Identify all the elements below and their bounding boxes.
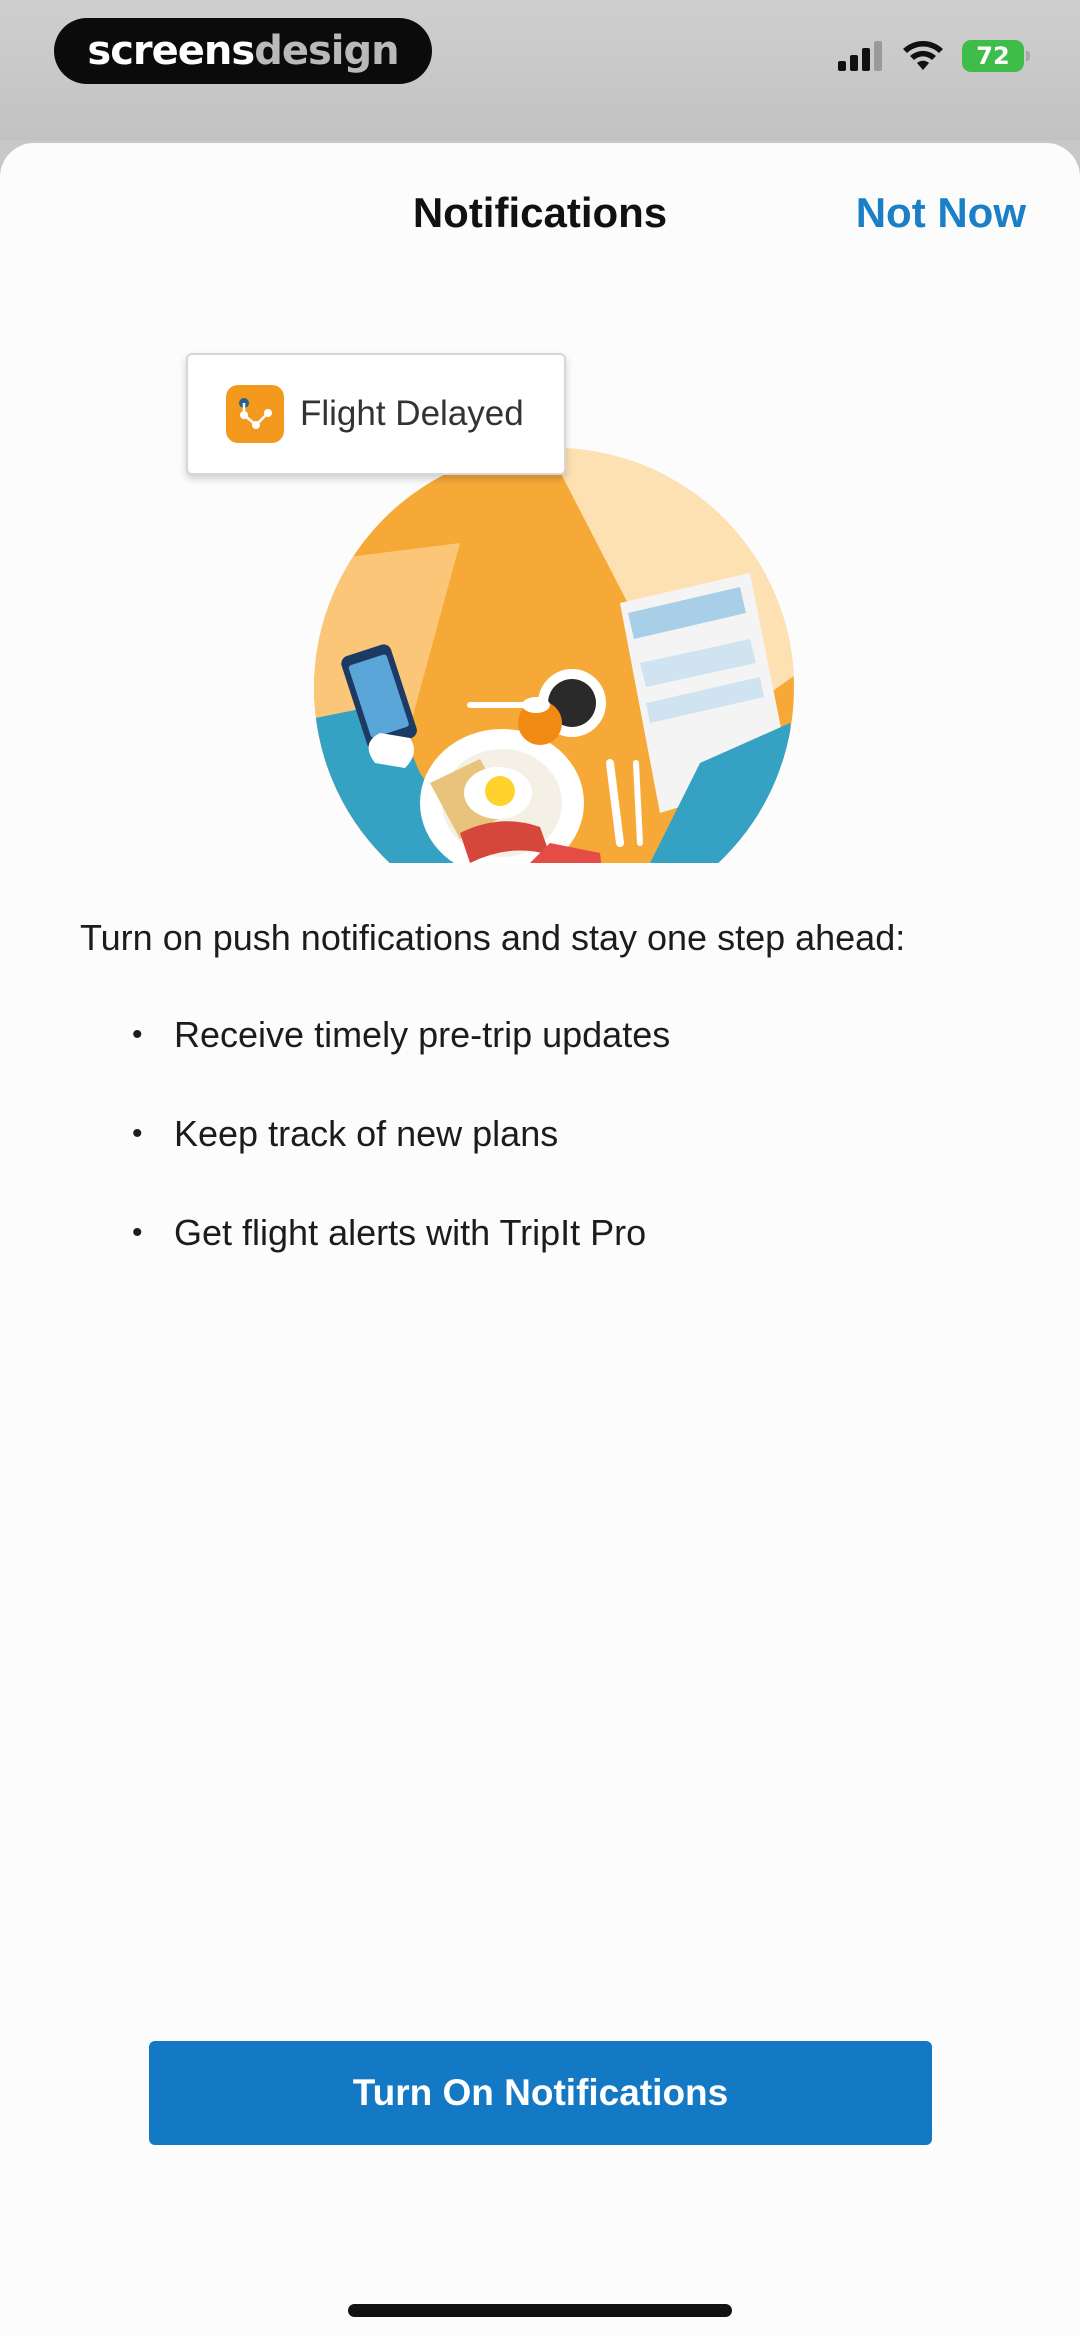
bullet-dot-icon: •	[132, 1018, 143, 1051]
status-icons: 72	[838, 40, 1030, 72]
notification-label: Flight Delayed	[300, 394, 524, 433]
tripit-app-icon	[226, 385, 284, 443]
benefit-item: • Get flight alerts with TripIt Pro	[132, 1211, 670, 1310]
brand-text-primary: screens	[87, 28, 255, 74]
home-indicator[interactable]	[348, 2304, 732, 2317]
intro-text: Turn on push notifications and stay one …	[80, 917, 906, 958]
flight-delayed-notification: Flight Delayed	[186, 353, 566, 475]
benefit-item: • Keep track of new plans	[132, 1112, 670, 1211]
notifications-sheet: Notifications Not Now Flight Delayed Tur…	[0, 143, 1080, 2336]
brand-watermark: screens design	[54, 18, 432, 84]
battery-level: 72	[976, 42, 1010, 70]
benefit-text: Keep track of new plans	[174, 1113, 559, 1154]
turn-on-notifications-button[interactable]: Turn On Notifications	[149, 2041, 932, 2145]
bullet-dot-icon: •	[132, 1216, 143, 1249]
benefit-text: Get flight alerts with TripIt Pro	[174, 1212, 647, 1253]
benefit-text: Receive timely pre-trip updates	[174, 1014, 671, 1055]
wifi-icon	[903, 41, 943, 70]
not-now-button[interactable]: Not Now	[856, 189, 1026, 237]
brand-text-secondary: design	[254, 28, 399, 74]
cellular-signal-icon	[838, 41, 882, 71]
status-bar: screens design 72	[0, 0, 1080, 140]
bullet-dot-icon: •	[132, 1117, 143, 1150]
benefits-list: • Receive timely pre-trip updates • Keep…	[132, 1013, 670, 1310]
benefit-item: • Receive timely pre-trip updates	[132, 1013, 670, 1112]
battery-icon: 72	[962, 40, 1030, 72]
